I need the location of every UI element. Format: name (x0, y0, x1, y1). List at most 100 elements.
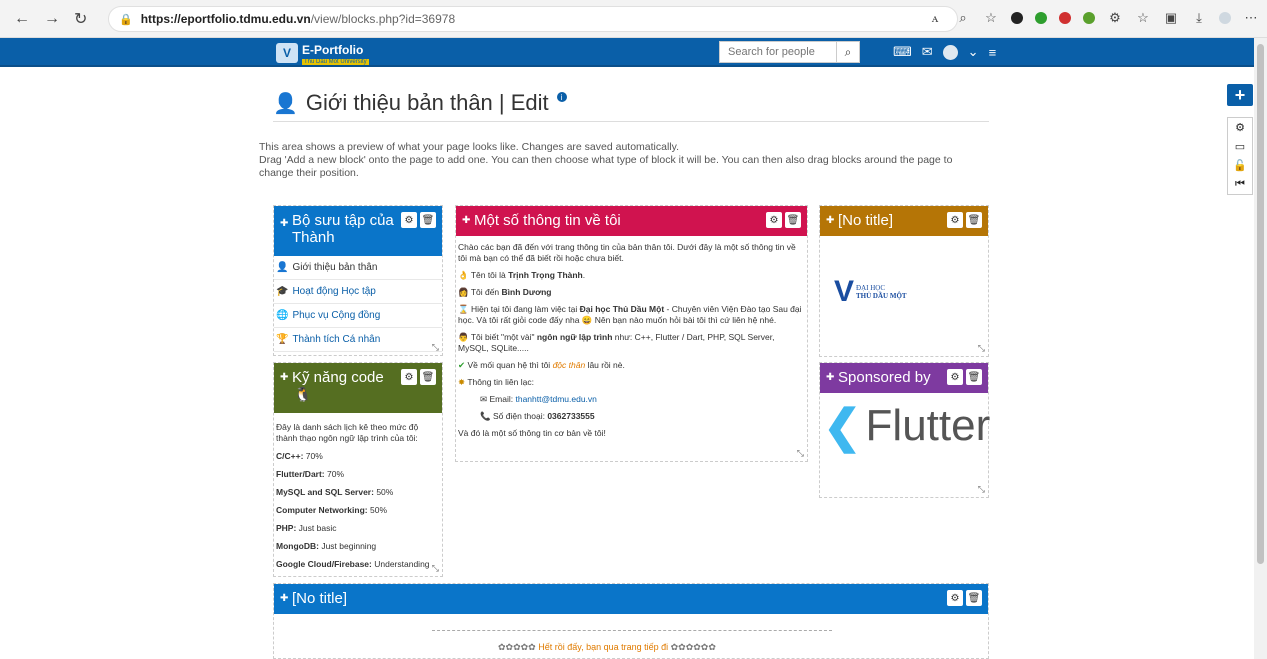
person-icon: 👨 (458, 332, 469, 342)
end-note: ✿✿✿✿✿ Hết rồi đấy, bạn qua trang tiếp đi… (498, 642, 716, 652)
skill-item: MongoDB: Just beginning (276, 541, 377, 551)
user-icon: 👤 (276, 262, 289, 273)
hand-icon: 👌 (458, 270, 469, 280)
add-block-button[interactable]: + (1227, 84, 1253, 106)
flutter-mark-icon: ❮ (823, 400, 862, 452)
trash-icon[interactable]: 🗑 (966, 590, 982, 606)
extensions-puzzle-icon[interactable]: ⚙ (1107, 10, 1123, 26)
user-avatar[interactable] (942, 44, 958, 60)
university-logo-block: [No title] ⚙🗑 V ĐẠI HỌCTHỦ DẦU MỘT ⤡ (819, 205, 989, 357)
resize-handle[interactable]: ⤡ (432, 342, 439, 353)
refresh-icon[interactable]: ↻ (74, 9, 87, 29)
resize-handle[interactable]: ⤡ (978, 343, 985, 354)
linux-penguin-icon: 🐧 (294, 386, 312, 402)
trash-icon[interactable]: 🗑 (966, 212, 982, 228)
info-contact: ✸ Thông tin liên lạc: (458, 377, 534, 387)
logo-sub: Thu Dau Mot University (302, 59, 369, 65)
envelope-icon: ✉ (480, 394, 488, 404)
page-intro: This area shows a preview of what your p… (259, 141, 989, 180)
info-from: 👩 Tôi đến Bình Dương (458, 287, 552, 297)
more-icon[interactable]: ⋯ (1243, 10, 1259, 26)
email-link[interactable]: thanhtt@tdmu.edu.vn (515, 394, 596, 404)
trash-icon[interactable]: 🗑 (420, 212, 436, 228)
display-icon[interactable]: ▭ (1228, 137, 1252, 156)
user-icon: 👤 (273, 92, 298, 115)
collection-item-intro[interactable]: 👤 Giới thiệu bản thân (274, 256, 442, 280)
extension-icon[interactable] (1011, 12, 1023, 24)
gear-icon[interactable]: ⚙ (401, 369, 417, 385)
browser-toolbar: ← → ↻ 🔒 https://eportfolio.tdmu.edu.vn/v… (0, 0, 1267, 38)
profile-avatar[interactable] (1219, 12, 1231, 24)
adblock-icon[interactable] (1059, 12, 1071, 24)
extension-icon[interactable] (1035, 12, 1047, 24)
gear-icon[interactable]: ⚙ (947, 590, 963, 606)
skill-item: PHP: Just basic (276, 523, 337, 533)
trash-icon[interactable]: 🗑 (420, 369, 436, 385)
menu-icon[interactable]: ≡ (989, 45, 997, 60)
download-icon[interactable]: ⤓ (1191, 10, 1207, 26)
mail-icon[interactable]: ✉ (922, 44, 933, 60)
phone-icon: 📞 (480, 411, 491, 421)
skill-item: Google Cloud/Firebase: Understanding (276, 559, 430, 569)
language-icon[interactable]: ⌨ (893, 44, 912, 60)
search-icon[interactable]: ⌕ (836, 41, 860, 63)
info-work: ⌛ Hiện tại tôi đang làm việc tại Đại học… (458, 304, 802, 325)
end-note-block: [No title] ⚙🗑 ✿✿✿✿✿ Hết rồi đấy, bạn qua… (273, 583, 989, 659)
graduation-cap-icon: 🎓 (276, 286, 289, 297)
block-header[interactable]: Kỹ năng code ⚙🗑 🐧 (274, 363, 442, 413)
unlock-icon[interactable]: 🔓 (1228, 156, 1252, 175)
block-header[interactable]: Sponsored by ⚙🗑 (820, 363, 988, 393)
favorites-icon[interactable]: ☆ (1135, 10, 1151, 26)
page-scrollbar[interactable] (1254, 38, 1267, 659)
info-phone: 📞 Số điện thoại: 0362733555 (480, 411, 595, 421)
back-icon[interactable]: ← (14, 10, 30, 28)
skills-block: Kỹ năng code ⚙🗑 🐧 Đây là danh sách lịch … (273, 362, 443, 577)
extension-icon[interactable] (1083, 12, 1095, 24)
info-icon[interactable]: i (556, 92, 567, 102)
zoom-icon[interactable]: ⌕ (955, 10, 971, 26)
collections-icon[interactable]: ▣ (1163, 10, 1179, 26)
forward-icon[interactable]: → (44, 10, 60, 28)
flutter-logo: ❮ Flutter (823, 400, 991, 452)
intro-line-2: Drag 'Add a new block' onto the page to … (259, 154, 953, 179)
info-end: Và đó là một số thông tin cơ bản về tôi! (458, 428, 606, 438)
gear-icon[interactable]: ⚙ (766, 212, 782, 228)
collection-item-study[interactable]: 🎓 Hoạt động Học tập (274, 280, 442, 304)
logo-mark-icon: V (276, 43, 298, 63)
intro-line-1: This area shows a preview of what your p… (259, 141, 680, 153)
resize-handle[interactable]: ⤡ (797, 448, 804, 459)
block-header[interactable]: Bộ sưu tập của Thành ⚙🗑 (274, 206, 442, 256)
skill-item: MySQL and SQL Server: 50% (276, 487, 394, 497)
check-icon: ✔ (458, 360, 466, 370)
trash-icon[interactable]: 🗑 (785, 212, 801, 228)
block-header[interactable]: [No title] ⚙🗑 (820, 206, 988, 236)
back-to-start-icon[interactable]: ⏮ (1228, 175, 1252, 194)
read-aloud-icon[interactable]: ꭺ (927, 10, 943, 26)
skill-item: Computer Networking: 50% (276, 505, 387, 515)
gear-icon[interactable]: ⚙ (947, 212, 963, 228)
person-icon: 👩 (458, 287, 469, 297)
logo-name: E-Portfolio (302, 43, 364, 57)
block-header[interactable]: [No title] ⚙🗑 (274, 584, 988, 614)
search-input[interactable] (719, 41, 836, 63)
sun-icon: ✸ (458, 377, 466, 387)
address-bar[interactable]: 🔒 https://eportfolio.tdmu.edu.vn/view/bl… (108, 6, 958, 32)
gear-icon[interactable]: ⚙ (401, 212, 417, 228)
trophy-icon: 🏆 (276, 334, 289, 345)
tdmu-logo: V ĐẠI HỌC THỦ DẦU MỘT (834, 275, 907, 308)
settings-icon[interactable]: ⚙ (1228, 118, 1252, 137)
block-header[interactable]: Một số thông tin về tôi ⚙🗑 (456, 206, 807, 236)
block-title: Sponsored by (826, 369, 931, 386)
favorite-star-icon[interactable]: ☆ (983, 10, 999, 26)
info-email: ✉ Email: thanhtt@tdmu.edu.vn (480, 394, 597, 404)
gear-icon[interactable]: ⚙ (947, 369, 963, 385)
resize-handle[interactable]: ⤡ (432, 563, 439, 574)
chevron-down-icon[interactable]: ⌄ (968, 44, 979, 60)
collection-item-achievements[interactable]: 🏆 Thành tích Cá nhân (274, 328, 442, 352)
flutter-wordmark: Flutter (865, 401, 991, 450)
collection-item-community[interactable]: 🌐 Phục vụ Cộng đồng (274, 304, 442, 328)
trash-icon[interactable]: 🗑 (966, 369, 982, 385)
eportfolio-logo[interactable]: V E-Portfolio Thu Dau Mot University (276, 41, 369, 65)
resize-handle[interactable]: ⤡ (978, 484, 985, 495)
dashed-divider (432, 630, 832, 631)
